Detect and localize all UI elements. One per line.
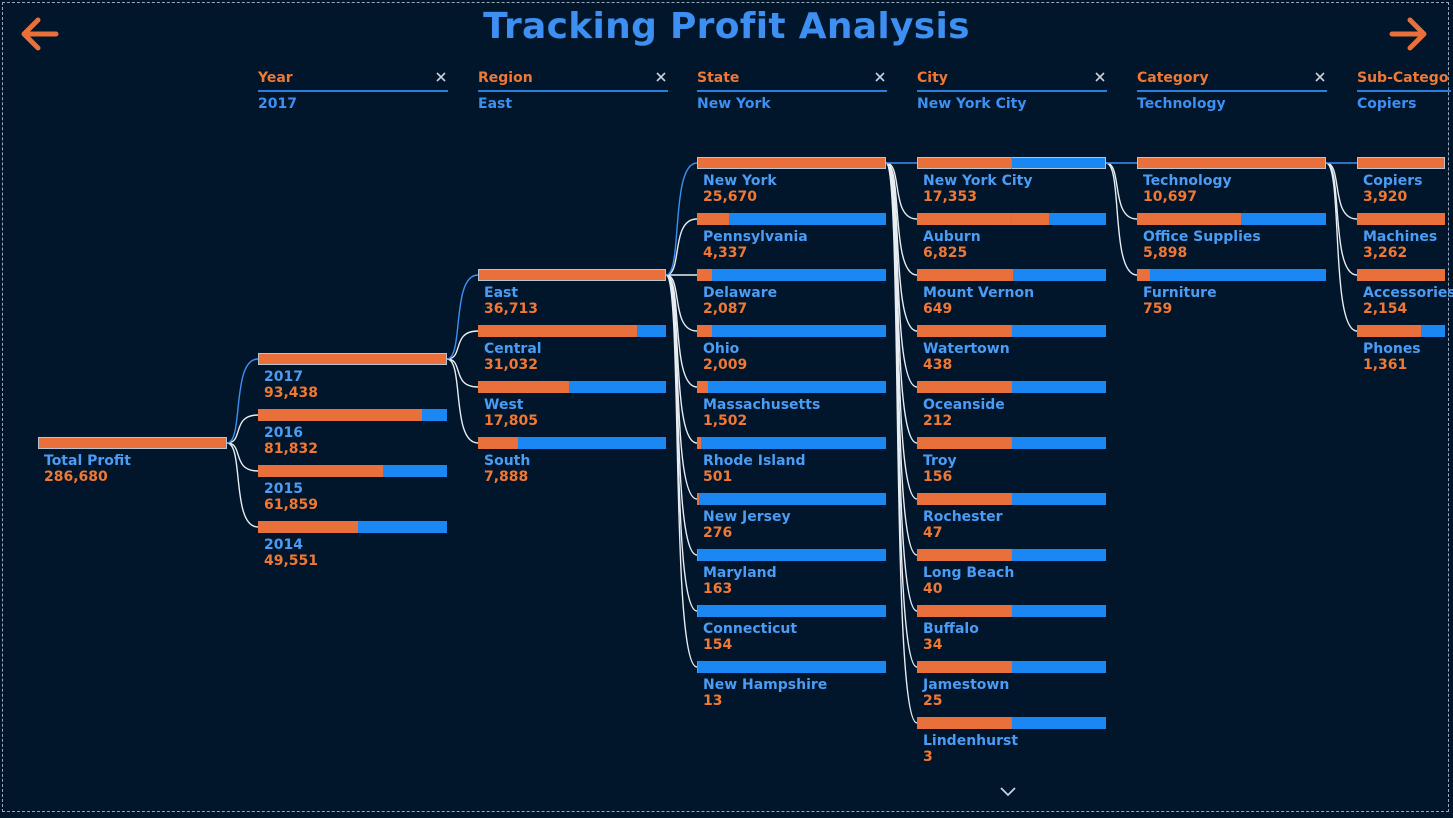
tree-node-bar[interactable] xyxy=(697,605,886,617)
bar-fill xyxy=(1357,325,1421,337)
bar-fill xyxy=(697,269,712,281)
tree-node-bar[interactable] xyxy=(258,521,447,533)
tree-connector xyxy=(665,218,698,276)
tree-connector xyxy=(226,442,259,528)
tree-node-bar[interactable] xyxy=(697,437,886,449)
bar-track xyxy=(697,493,886,505)
bar-fill xyxy=(478,381,569,393)
tree-node-bar[interactable] xyxy=(917,381,1106,393)
tree-node-bar[interactable] xyxy=(258,409,447,421)
bar-fill xyxy=(697,381,708,393)
tree-node-bar[interactable] xyxy=(1137,213,1326,225)
tree-node-bar[interactable] xyxy=(697,269,886,281)
tree-node-bar[interactable] xyxy=(697,325,886,337)
bar-fill xyxy=(697,549,698,561)
bar-fill xyxy=(478,325,637,337)
bar-fill xyxy=(478,437,518,449)
tree-connector xyxy=(446,358,479,444)
bar-fill xyxy=(697,157,886,169)
tree-connector xyxy=(446,274,479,360)
bar-track xyxy=(697,437,886,449)
tree-node-bar[interactable] xyxy=(917,269,1106,281)
tree-connector xyxy=(1105,162,1138,220)
bar-fill xyxy=(917,325,1012,337)
tree-connector xyxy=(665,274,698,668)
tree-node-bar[interactable] xyxy=(478,381,666,393)
bar-track xyxy=(697,661,886,673)
tree-node-bar[interactable] xyxy=(917,605,1106,617)
decomposition-tree xyxy=(38,157,1445,729)
tree-connector xyxy=(226,358,259,444)
bar-fill xyxy=(258,353,447,365)
bar-track xyxy=(697,381,886,393)
tree-node-bar[interactable] xyxy=(1137,269,1326,281)
bar-track xyxy=(697,325,886,337)
tree-node-bar[interactable] xyxy=(478,437,666,449)
tree-node-bar[interactable] xyxy=(917,493,1106,505)
bar-fill xyxy=(697,661,698,673)
bar-track xyxy=(1137,269,1326,281)
bar-fill xyxy=(1357,157,1445,169)
tree-node-bar[interactable] xyxy=(258,353,447,365)
tree-node-bar[interactable] xyxy=(1357,157,1445,169)
tree-node-bar[interactable] xyxy=(917,549,1106,561)
bar-fill xyxy=(917,717,1012,729)
bar-fill xyxy=(917,605,1012,617)
bar-fill xyxy=(258,409,422,421)
bar-fill xyxy=(917,213,1049,225)
tree-connector xyxy=(1325,162,1358,220)
bar-fill xyxy=(1357,213,1445,225)
tree-node-bar[interactable] xyxy=(1357,269,1445,281)
tree-node-bar[interactable] xyxy=(917,157,1106,169)
bar-fill xyxy=(1357,269,1445,281)
tree-node-bar[interactable] xyxy=(697,549,886,561)
bar-track xyxy=(697,269,886,281)
bar-fill xyxy=(258,465,383,477)
chevron-down-icon[interactable] xyxy=(998,784,1018,798)
tree-node-bar[interactable] xyxy=(917,661,1106,673)
tree-node-bar[interactable] xyxy=(917,325,1106,337)
bar-fill xyxy=(917,661,1012,673)
bar-fill xyxy=(917,493,1012,505)
bar-track xyxy=(697,605,886,617)
bar-fill xyxy=(1137,269,1150,281)
tree-node-bar[interactable] xyxy=(697,213,886,225)
tree-node-bar[interactable] xyxy=(917,437,1106,449)
bar-fill xyxy=(917,381,1012,393)
bar-fill xyxy=(1137,157,1326,169)
tree-node-bar[interactable] xyxy=(1137,157,1326,169)
tree-connector xyxy=(885,162,918,388)
bar-fill xyxy=(697,213,729,225)
bar-fill xyxy=(917,269,1013,281)
tree-node-bar[interactable] xyxy=(697,381,886,393)
tree-node-bar[interactable] xyxy=(38,437,227,449)
bar-fill xyxy=(697,493,699,505)
bar-fill xyxy=(1137,213,1241,225)
tree-node-bar[interactable] xyxy=(697,493,886,505)
bar-track xyxy=(697,549,886,561)
bar-fill xyxy=(697,605,698,617)
bar-fill xyxy=(38,437,227,449)
tree-node-bar[interactable] xyxy=(1357,213,1445,225)
tree-node-bar[interactable] xyxy=(697,661,886,673)
tree-node-bar[interactable] xyxy=(478,269,666,281)
tree-connector xyxy=(665,274,698,500)
tree-node-bar[interactable] xyxy=(917,717,1106,729)
bar-fill xyxy=(917,549,1012,561)
bar-fill xyxy=(697,437,701,449)
bar-fill xyxy=(258,521,358,533)
tree-node-bar[interactable] xyxy=(1357,325,1445,337)
tree-node-bar[interactable] xyxy=(478,325,666,337)
tree-node-bar[interactable] xyxy=(917,213,1106,225)
bar-fill xyxy=(917,157,1012,169)
bar-fill xyxy=(478,269,666,281)
tree-node-bar[interactable] xyxy=(697,157,886,169)
tree-node-bar[interactable] xyxy=(258,465,447,477)
bar-fill xyxy=(917,437,1012,449)
bar-fill xyxy=(697,325,712,337)
